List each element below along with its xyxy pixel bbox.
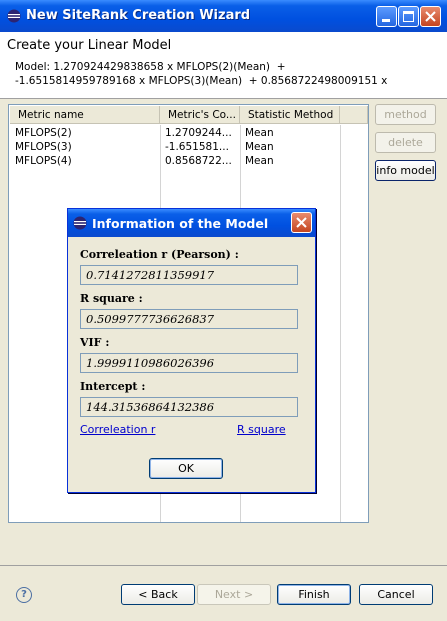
close-icon	[425, 11, 436, 22]
back-button[interactable]: < Back	[121, 584, 195, 605]
dialog-title: Information of the Model	[92, 216, 269, 231]
column-divider	[340, 125, 341, 522]
cell-metric-name: MFLOPS(4)	[15, 155, 72, 167]
eclipse-app-icon	[7, 9, 21, 23]
intercept-field[interactable]: 144.31536864132386	[80, 397, 298, 417]
close-icon	[296, 217, 307, 228]
footer-divider	[0, 565, 447, 566]
cell-metric-name: MFLOPS(2)	[15, 127, 72, 139]
cell-coefficient: -1.651581...	[165, 141, 229, 153]
minimize-button[interactable]	[376, 6, 397, 27]
cell-statistic-method: Mean	[245, 141, 274, 153]
table-row[interactable]: MFLOPS(2) 1.2709244... Mean	[10, 126, 367, 140]
column-header-statistic-method[interactable]: Statistic Method	[240, 106, 340, 124]
eclipse-app-icon	[73, 216, 87, 230]
maximize-icon	[403, 11, 414, 22]
rsquare-field[interactable]: 0.5099777736626837	[80, 309, 298, 329]
cell-metric-name: MFLOPS(3)	[15, 141, 72, 153]
correlation-field[interactable]: 0.7141272811359917	[80, 265, 298, 285]
model-line-2: -1.6515814959789168 x MFLOPS(3)(Mean) + …	[15, 75, 388, 87]
window-title: New SiteRank Creation Wizard	[26, 8, 251, 23]
dialog-title-bar[interactable]: Information of the Model	[68, 209, 315, 237]
column-header-filler	[340, 106, 368, 124]
finish-button[interactable]: Finish	[277, 584, 351, 605]
cell-coefficient: 1.2709244...	[165, 127, 232, 139]
correlation-label: Correleation r (Pearson) :	[80, 248, 239, 261]
maximize-button[interactable]	[398, 6, 419, 27]
vif-field[interactable]: 1.9999110986026396	[80, 353, 298, 373]
page-title: Create your Linear Model	[7, 38, 172, 53]
rsquare-link[interactable]: R square	[237, 423, 286, 436]
model-description: Model: 1.270924429838658 x MFLOPS(2)(Mea…	[15, 60, 387, 88]
cell-statistic-method: Mean	[245, 155, 274, 167]
delete-button[interactable]: delete	[375, 132, 436, 153]
column-header-coefficient[interactable]: Metric's Co...	[160, 106, 240, 124]
cell-coefficient: 0.8568722...	[165, 155, 232, 167]
wizard-header: Create your Linear Model Model: 1.270924…	[0, 32, 447, 99]
table-row[interactable]: MFLOPS(4) 0.8568722... Mean	[10, 154, 367, 168]
information-dialog[interactable]: Information of the Model Correleation r …	[67, 208, 316, 493]
method-button[interactable]: method	[375, 104, 436, 125]
column-header-metric-name[interactable]: Metric name	[10, 106, 160, 124]
minimize-icon	[382, 19, 390, 22]
help-icon[interactable]: ?	[16, 587, 32, 603]
next-button[interactable]: Next >	[197, 584, 271, 605]
vif-label: VIF :	[80, 336, 110, 349]
model-line-1: Model: 1.270924429838658 x MFLOPS(2)(Mea…	[15, 61, 286, 73]
info-model-button[interactable]: info model	[375, 160, 436, 181]
window-title-bar[interactable]: New SiteRank Creation Wizard	[0, 0, 447, 32]
dialog-close-button[interactable]	[291, 212, 312, 233]
table-row[interactable]: MFLOPS(3) -1.651581... Mean	[10, 140, 367, 154]
correlation-link[interactable]: Correleation r	[80, 423, 155, 436]
cancel-button[interactable]: Cancel	[359, 584, 433, 605]
close-button[interactable]	[420, 6, 441, 27]
intercept-label: Intercept :	[80, 380, 146, 393]
rsquare-label: R square :	[80, 292, 143, 305]
cell-statistic-method: Mean	[245, 127, 274, 139]
ok-button[interactable]: OK	[149, 458, 223, 479]
